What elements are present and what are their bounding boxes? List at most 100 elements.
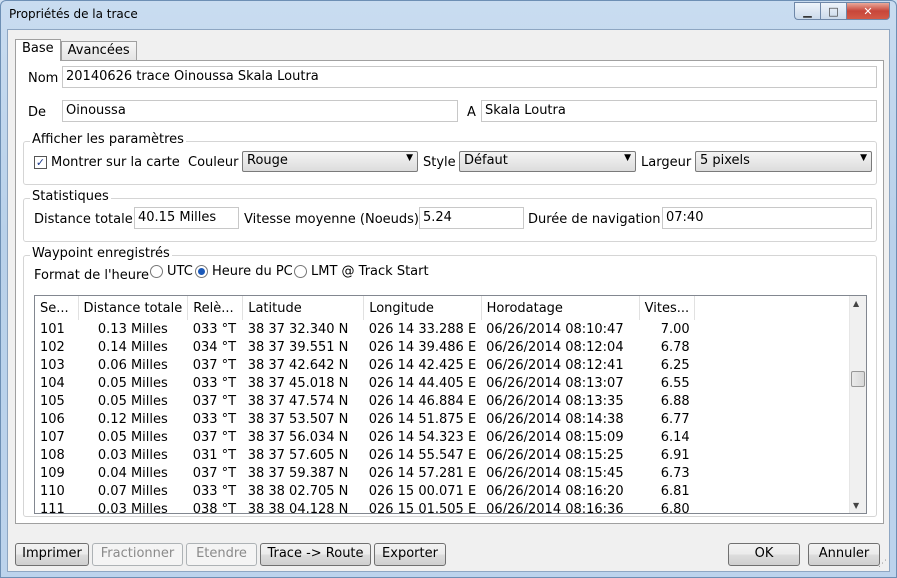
cell-speed: 6.25 [660, 357, 690, 373]
table-vertical-scrollbar[interactable]: ▲ ▼ [849, 296, 866, 513]
track-to-route-button[interactable]: Trace -> Route [260, 543, 371, 566]
cell-distance: 0.05 Milles [97, 393, 168, 409]
cell-latitude: 38 37 42.642 N [247, 357, 349, 373]
column-header-distance[interactable]: Distance totale [78, 296, 189, 320]
to-field[interactable]: Skala Loutra [481, 100, 877, 122]
waypoint-table[interactable]: Se... Distance totale Relè... Latitude L… [34, 295, 867, 514]
cell-longitude: 026 14 46.884 E [368, 393, 477, 409]
cell-speed: 7.00 [660, 321, 690, 337]
cell-latitude: 38 37 53.507 N [247, 411, 349, 427]
cell-speed: 6.81 [660, 483, 690, 499]
table-row[interactable]: 108 0.03 Milles 031 °T 38 37 57.605 N 026 14… [35, 446, 695, 464]
show-on-map-checkbox[interactable]: ✓ [34, 156, 47, 169]
average-speed-field[interactable]: 5.24 [419, 207, 524, 229]
cell-timestamp: 06/26/2014 08:10:47 [486, 321, 624, 337]
extend-button[interactable]: Etendre [186, 543, 257, 566]
cell-speed: 6.73 [660, 465, 690, 481]
cell-timestamp: 06/26/2014 08:16:36 [486, 501, 624, 514]
table-row[interactable]: 105 0.05 Milles 037 °T 38 37 47.574 N 026 14… [35, 392, 695, 410]
table-row[interactable]: 109 0.04 Milles 037 °T 38 37 59.387 N 026 14… [35, 464, 695, 482]
cancel-button[interactable]: Annuler [808, 543, 880, 566]
time-utc-radio[interactable] [150, 265, 163, 278]
cell-timestamp: 06/26/2014 08:16:20 [486, 483, 624, 499]
cell-bearing: 037 °T [192, 357, 237, 373]
cell-speed: 6.14 [660, 429, 690, 445]
cell-bearing: 037 °T [192, 429, 237, 445]
cell-bearing: 031 °T [192, 447, 237, 463]
statistics-title: Statistiques [30, 189, 111, 204]
name-field[interactable]: 20140626 trace Oinoussa Skala Loutra [62, 66, 877, 88]
width-select-value: 5 pixels [700, 153, 750, 168]
print-button[interactable]: Imprimer [15, 543, 89, 566]
column-header-speed[interactable]: Vites... [639, 296, 696, 320]
resize-grip-icon[interactable]: ⋰ [878, 559, 887, 569]
table-row[interactable]: 104 0.05 Milles 033 °T 38 37 45.018 N 026 14… [35, 374, 695, 392]
cell-sequence: 106 [40, 411, 65, 427]
ok-button[interactable]: OK [728, 543, 800, 566]
duration-field[interactable]: 07:40 [662, 207, 872, 229]
close-button[interactable]: ✕ [846, 2, 890, 20]
cell-bearing: 038 °T [192, 501, 237, 514]
time-pc-label: Heure du PC [212, 264, 293, 279]
table-row[interactable]: 101 0.13 Milles 033 °T 38 37 32.340 N 026 14… [35, 320, 695, 338]
scroll-down-arrow-icon[interactable]: ▼ [853, 501, 859, 510]
cell-latitude: 38 37 56.034 N [247, 429, 349, 445]
tab-base[interactable]: Base [15, 39, 61, 61]
table-row[interactable]: 106 0.12 Milles 033 °T 38 37 53.507 N 026 14… [35, 410, 695, 428]
column-header-longitude[interactable]: Longitude [363, 296, 482, 320]
window-controls: ▁ □ ✕ [794, 2, 890, 20]
show-on-map-label: Montrer sur la carte [51, 155, 180, 170]
table-row[interactable]: 103 0.06 Milles 037 °T 38 37 42.642 N 026 14… [35, 356, 695, 374]
title-bar[interactable]: Propriétés de la trace ▁ □ ✕ [1, 1, 896, 29]
total-distance-label: Distance totale [34, 212, 133, 227]
time-utc-label: UTC [167, 264, 193, 279]
cell-sequence: 101 [40, 321, 65, 337]
chevron-down-icon: ▼ [860, 153, 867, 163]
scrollbar-thumb[interactable] [851, 371, 865, 387]
from-field[interactable]: Oinoussa [62, 100, 458, 122]
display-settings-title: Afficher les paramètres [30, 132, 186, 147]
style-select[interactable]: Défaut ▼ [459, 151, 636, 172]
cell-latitude: 38 37 59.387 N [247, 465, 349, 481]
cell-bearing: 033 °T [192, 375, 237, 391]
split-button[interactable]: Fractionner [92, 543, 183, 566]
color-select-value: Rouge [247, 153, 288, 168]
cell-longitude: 026 14 39.486 E [368, 339, 477, 355]
color-select[interactable]: Rouge ▼ [242, 151, 418, 172]
cell-timestamp: 06/26/2014 08:15:09 [486, 429, 624, 445]
column-header-latitude[interactable]: Latitude [242, 296, 365, 320]
minimize-icon: ▁ [803, 4, 812, 18]
maximize-icon: □ [828, 4, 839, 18]
cell-distance: 0.06 Milles [97, 357, 168, 373]
cell-longitude: 026 15 01.505 E [368, 501, 477, 514]
column-header-sequence[interactable]: Se... [35, 296, 79, 320]
width-select[interactable]: 5 pixels ▼ [695, 151, 872, 172]
table-row[interactable]: 110 0.07 Milles 033 °T 38 38 02.705 N 026 15… [35, 482, 695, 500]
cell-longitude: 026 14 51.875 E [368, 411, 477, 427]
maximize-button[interactable]: □ [820, 2, 846, 20]
cell-speed: 6.77 [660, 411, 690, 427]
tab-strip: Base Avancées [15, 39, 137, 61]
table-header: Se... Distance totale Relè... Latitude L… [35, 296, 696, 320]
minimize-button[interactable]: ▁ [794, 2, 820, 20]
cell-latitude: 38 37 39.551 N [247, 339, 349, 355]
cell-timestamp: 06/26/2014 08:15:45 [486, 465, 624, 481]
table-row[interactable]: 102 0.14 Milles 034 °T 38 37 39.551 N 026 14… [35, 338, 695, 356]
cell-timestamp: 06/26/2014 08:14:38 [486, 411, 624, 427]
column-header-bearing[interactable]: Relè... [187, 296, 244, 320]
table-row[interactable]: 107 0.05 Milles 037 °T 38 37 56.034 N 026 14… [35, 428, 695, 446]
export-button[interactable]: Exporter [374, 543, 446, 566]
time-lmt-radio[interactable] [294, 265, 307, 278]
table-row[interactable]: 111 0.03 Milles 038 °T 38 38 04.128 N 026 15… [35, 500, 695, 514]
cell-longitude: 026 14 42.425 E [368, 357, 477, 373]
waypoint-table-grid: Se... Distance totale Relè... Latitude L… [35, 296, 696, 514]
column-header-timestamp[interactable]: Horodatage [481, 296, 640, 320]
cell-bearing: 034 °T [192, 339, 237, 355]
tab-advanced[interactable]: Avancées [60, 41, 137, 61]
total-distance-field[interactable]: 40.15 Milles [134, 207, 239, 229]
cell-speed: 6.88 [660, 393, 690, 409]
cell-distance: 0.05 Milles [97, 375, 168, 391]
time-pc-radio[interactable] [195, 265, 208, 278]
cell-bearing: 033 °T [192, 411, 237, 427]
scroll-up-arrow-icon[interactable]: ▲ [853, 299, 859, 308]
